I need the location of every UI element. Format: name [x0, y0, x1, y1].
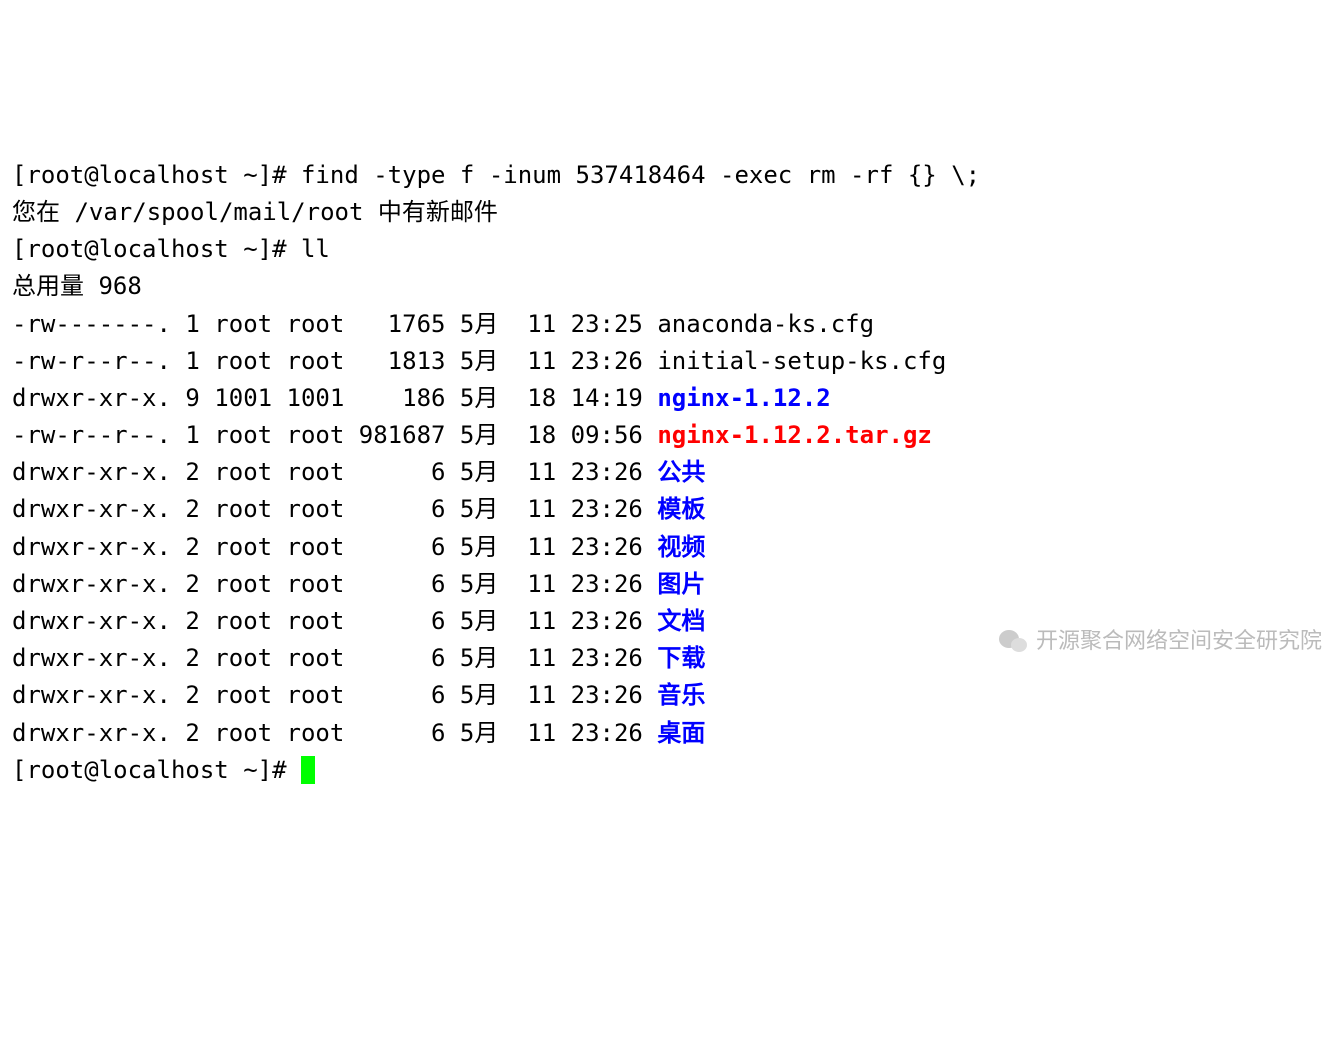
prompt-line-2: [root@localhost ~]# ll — [12, 235, 330, 263]
list-item: drwxr-xr-x. 2 root root 6 5月 11 23:26 模板 — [12, 495, 705, 523]
file-name: 文档 — [657, 607, 705, 635]
list-item: -rw-------. 1 root root 1765 5月 11 23:25… — [12, 310, 874, 338]
list-item: -rw-r--r--. 1 root root 1813 5月 11 23:26… — [12, 347, 946, 375]
list-item: drwxr-xr-x. 2 root root 6 5月 11 23:26 公共 — [12, 458, 705, 486]
cursor-icon — [301, 756, 315, 784]
file-name: anaconda-ks.cfg — [657, 310, 874, 338]
file-name: initial-setup-ks.cfg — [657, 347, 946, 375]
terminal-output[interactable]: [root@localhost ~]# find -type f -inum 5… — [12, 157, 1330, 789]
prompt-text: [root@localhost ~]# — [12, 235, 301, 263]
prompt-line-3: [root@localhost ~]# — [12, 756, 315, 784]
file-name: 模板 — [657, 495, 705, 523]
file-name: 下载 — [657, 644, 705, 672]
file-name: 音乐 — [657, 681, 705, 709]
list-item: drwxr-xr-x. 9 1001 1001 186 5月 18 14:19 … — [12, 384, 831, 412]
file-name: 桌面 — [657, 719, 705, 747]
list-item: drwxr-xr-x. 2 root root 6 5月 11 23:26 文档 — [12, 607, 705, 635]
file-name: nginx-1.12.2 — [657, 384, 830, 412]
list-item: drwxr-xr-x. 2 root root 6 5月 11 23:26 图片 — [12, 570, 705, 598]
mail-notice: 您在 /var/spool/mail/root 中有新邮件 — [12, 198, 498, 226]
total-line: 总用量 968 — [12, 272, 142, 300]
list-item: -rw-r--r--. 1 root root 981687 5月 18 09:… — [12, 421, 932, 449]
prompt-line-1: [root@localhost ~]# find -type f -inum 5… — [12, 161, 980, 189]
file-name: 公共 — [657, 458, 705, 486]
file-name: nginx-1.12.2.tar.gz — [657, 421, 932, 449]
list-item: drwxr-xr-x. 2 root root 6 5月 11 23:26 下载 — [12, 644, 705, 672]
list-item: drwxr-xr-x. 2 root root 6 5月 11 23:26 桌面 — [12, 719, 705, 747]
command-text: find -type f -inum 537418464 -exec rm -r… — [301, 161, 980, 189]
prompt-text: [root@localhost ~]# — [12, 161, 301, 189]
file-listing: -rw-------. 1 root root 1765 5月 11 23:25… — [12, 306, 1330, 752]
list-item: drwxr-xr-x. 2 root root 6 5月 11 23:26 音乐 — [12, 681, 705, 709]
file-name: 视频 — [657, 533, 705, 561]
command-text: ll — [301, 235, 330, 263]
file-name: 图片 — [657, 570, 705, 598]
prompt-text: [root@localhost ~]# — [12, 756, 301, 784]
list-item: drwxr-xr-x. 2 root root 6 5月 11 23:26 视频 — [12, 533, 705, 561]
